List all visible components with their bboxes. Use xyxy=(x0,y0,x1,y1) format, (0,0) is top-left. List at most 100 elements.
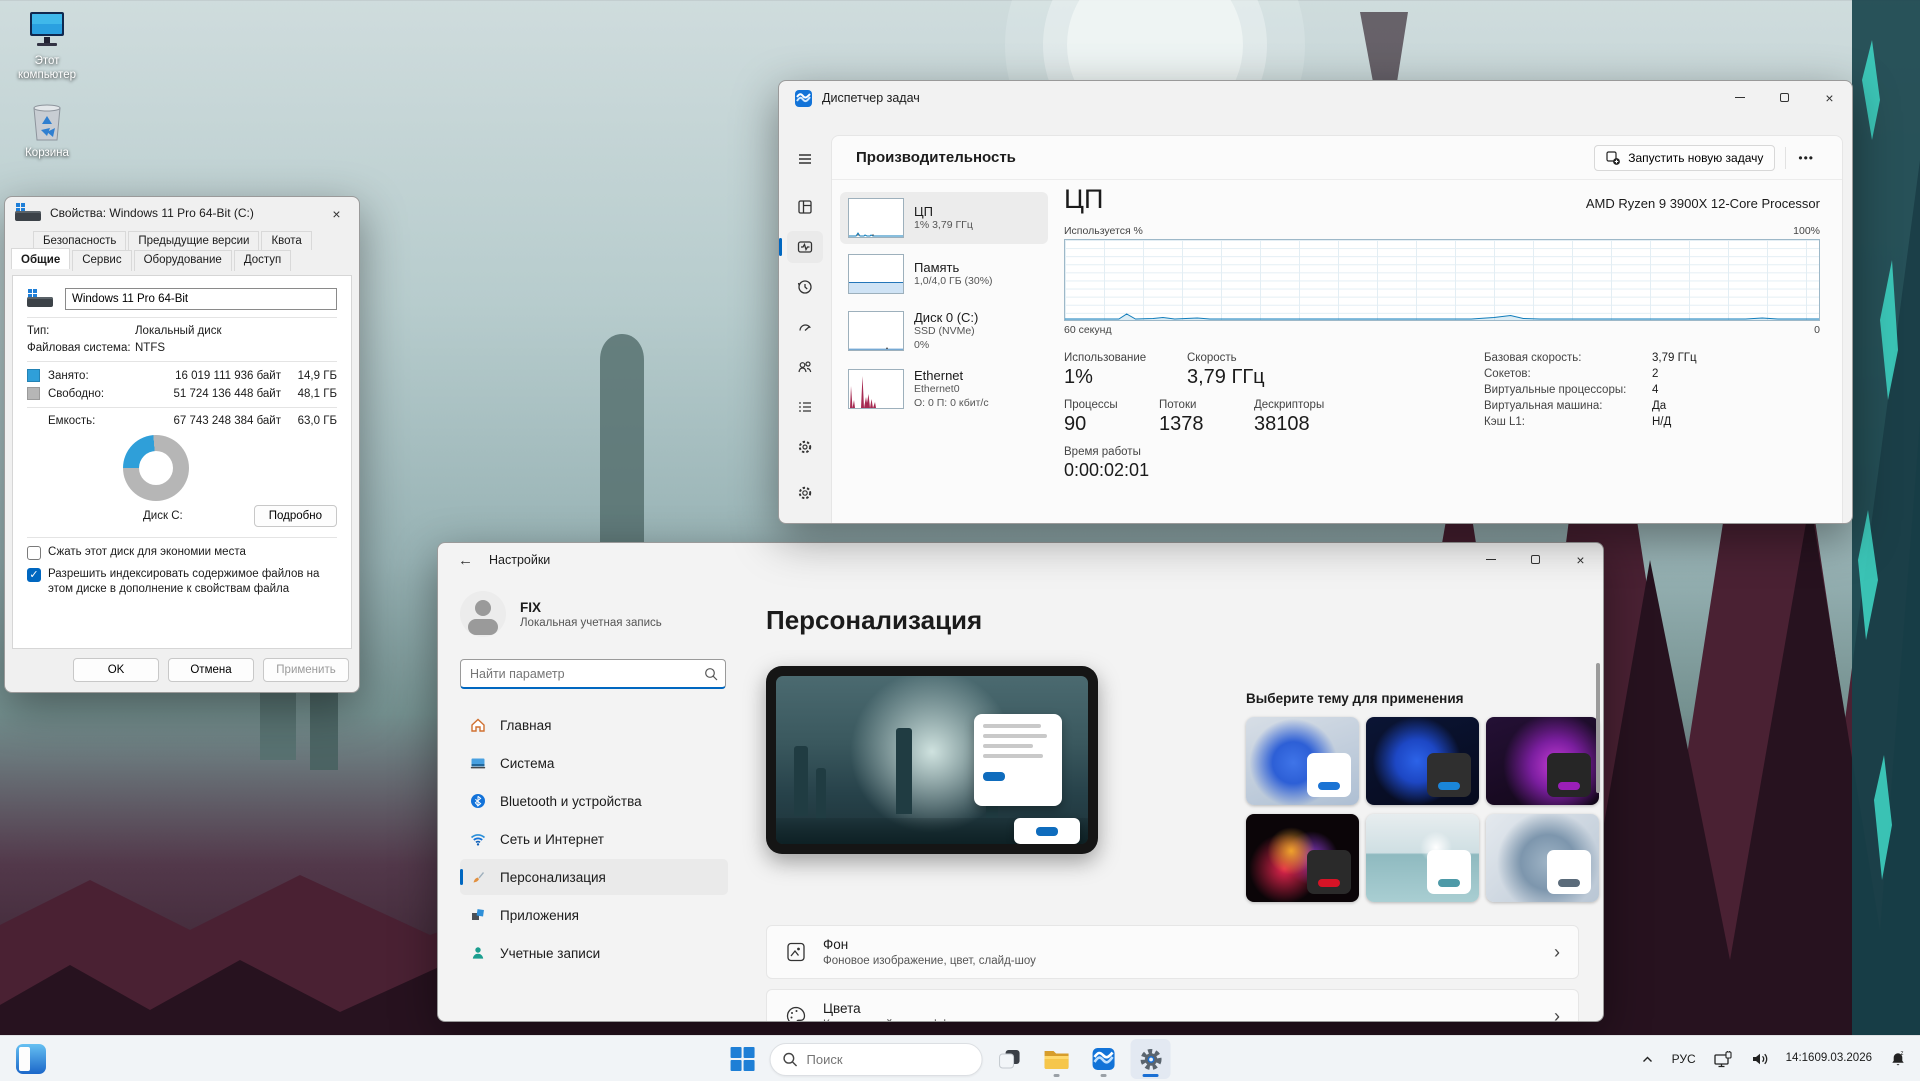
scrollbar-thumb[interactable] xyxy=(1596,663,1600,793)
services-icon[interactable] xyxy=(787,431,823,463)
account-card[interactable]: FIX Локальная учетная запись xyxy=(460,591,728,637)
colors-settings-row[interactable]: Цвета Контрастный цвет, эффекты прозрачн… xyxy=(766,989,1579,1022)
file-explorer-button[interactable] xyxy=(1037,1039,1077,1079)
taskbar-search[interactable] xyxy=(770,1043,983,1076)
checkbox-checked[interactable]: ✓ xyxy=(27,568,41,582)
item-title: Ethernet xyxy=(914,368,989,383)
minimize-icon xyxy=(1486,559,1496,560)
minimize-button[interactable] xyxy=(1717,81,1762,114)
task-manager-titlebar[interactable]: Диспетчер задач × xyxy=(779,81,1852,115)
close-button[interactable]: × xyxy=(314,197,359,230)
task-view-button[interactable] xyxy=(990,1039,1030,1079)
clock[interactable]: 14:16 09.03.2026 xyxy=(1780,1041,1878,1077)
volume-tray[interactable] xyxy=(1744,1041,1776,1077)
task-manager-button[interactable] xyxy=(1084,1039,1124,1079)
handles-label: Дескрипторы xyxy=(1254,399,1324,411)
nav-label: Персонализация xyxy=(500,870,606,885)
theme-tile-purple-glow[interactable] xyxy=(1486,717,1599,805)
desktop-icon-this-pc[interactable]: Этот компьютер xyxy=(8,10,86,83)
general-tab-page: Тип:Локальный диск Файловая система:NTFS… xyxy=(12,275,352,649)
theme-tile-windows-dark[interactable] xyxy=(1366,717,1479,805)
close-button[interactable]: × xyxy=(1807,81,1852,114)
desktop-icon-recycle-bin[interactable]: Корзина xyxy=(8,100,86,160)
users-icon[interactable] xyxy=(787,351,823,383)
details-button[interactable]: Подробно xyxy=(254,505,337,527)
performance-icon[interactable] xyxy=(787,231,823,263)
run-new-task-button[interactable]: Запустить новую задачу xyxy=(1594,145,1775,171)
theme-tile-glow-fabric[interactable] xyxy=(1486,814,1599,902)
dialog-title: Свойства: Windows 11 Pro 64-Bit (C:) xyxy=(50,206,254,220)
task-view-icon xyxy=(998,1047,1022,1071)
info-value: Н/Д xyxy=(1652,416,1671,428)
minimize-button[interactable] xyxy=(1468,543,1513,576)
chevron-right-icon: › xyxy=(1554,1006,1560,1023)
tray-chevron-up[interactable] xyxy=(1634,1041,1661,1077)
row-subtitle: Фоновое изображение, цвет, слайд-шоу xyxy=(823,955,1036,967)
tab-hardware[interactable]: Оборудование xyxy=(134,250,232,271)
nav-item-accounts[interactable]: Учетные записи xyxy=(460,935,728,971)
startup-apps-icon[interactable] xyxy=(787,311,823,343)
close-icon: × xyxy=(1825,90,1833,106)
back-icon[interactable]: ← xyxy=(458,552,473,569)
compress-checkbox-row[interactable]: Сжать этот диск для экономии места xyxy=(27,545,337,560)
task-manager-window: Диспетчер задач × xyxy=(778,80,1853,524)
settings-icon[interactable] xyxy=(787,477,823,509)
chart-ylabel: Используется % xyxy=(1064,225,1143,237)
run-new-task-label: Запустить новую задачу xyxy=(1628,151,1763,165)
nav-item-network-internet[interactable]: Сеть и Интернет xyxy=(460,821,728,857)
checkbox-unchecked[interactable] xyxy=(27,546,41,560)
list-item-disk[interactable]: Диск 0 (C:) SSD (NVMe) 0% xyxy=(840,304,1048,358)
settings-button[interactable] xyxy=(1131,1039,1171,1079)
cancel-button[interactable]: Отмена xyxy=(168,658,254,682)
capacity-label: Емкость: xyxy=(48,415,135,427)
notification-center[interactable]: z xyxy=(1882,1041,1914,1077)
info-label: Сокетов: xyxy=(1484,368,1652,380)
colors-icon xyxy=(785,1005,807,1022)
theme-tile-flower-dark[interactable] xyxy=(1246,814,1359,902)
theme-tile-captured-motion[interactable] xyxy=(1366,814,1479,902)
language-indicator[interactable]: РУС xyxy=(1665,1041,1703,1077)
maximize-button[interactable] xyxy=(1513,543,1558,576)
menu-icon[interactable] xyxy=(787,143,823,175)
nav-item-apps[interactable]: Приложения xyxy=(460,897,728,933)
close-button[interactable]: × xyxy=(1558,543,1603,576)
item-sub: SSD (NVMe) xyxy=(914,325,978,339)
volume-label-input[interactable] xyxy=(65,288,337,310)
list-item-ethernet[interactable]: Ethernet Ethernet0 О: 0 П: 0 кбит/с xyxy=(840,362,1048,416)
tab-tools[interactable]: Сервис xyxy=(72,250,131,271)
index-checkbox-row[interactable]: ✓ Разрешить индексировать содержимое фай… xyxy=(27,567,337,597)
nav-item-bluetooth-devices[interactable]: Bluetooth и устройства xyxy=(460,783,728,819)
background-settings-row[interactable]: Фон Фоновое изображение, цвет, слайд-шоу… xyxy=(766,925,1579,979)
list-item-cpu[interactable]: ЦП 1% 3,79 ГГц xyxy=(840,192,1048,244)
task-manager-app-icon xyxy=(795,90,812,107)
widgets-button[interactable] xyxy=(16,1044,46,1074)
apply-button[interactable]: Применить xyxy=(263,658,349,682)
maximize-button[interactable] xyxy=(1762,81,1807,114)
tab-quota[interactable]: Квота xyxy=(261,231,311,250)
ok-button[interactable]: OK xyxy=(73,658,159,682)
tab-previous-versions[interactable]: Предыдущие версии xyxy=(128,231,259,250)
tab-general[interactable]: Общие xyxy=(11,248,70,269)
processes-icon[interactable] xyxy=(787,191,823,223)
settings-titlebar[interactable]: ← Настройки × xyxy=(438,543,1603,577)
settings-search-input[interactable] xyxy=(460,659,726,689)
search-icon xyxy=(783,1052,798,1067)
nav-item-personalization[interactable]: Персонализация xyxy=(460,859,728,895)
cpu-mini-chart xyxy=(848,198,904,238)
details-icon[interactable] xyxy=(787,391,823,423)
theme-tile-windows-light[interactable] xyxy=(1246,717,1359,805)
network-tray[interactable] xyxy=(1707,1041,1740,1077)
chevron-right-icon: › xyxy=(1554,942,1560,963)
close-icon: × xyxy=(1576,552,1584,568)
threads-label: Потоки xyxy=(1159,399,1226,411)
tab-sharing[interactable]: Доступ xyxy=(234,250,291,271)
start-button[interactable] xyxy=(723,1039,763,1079)
list-item-memory[interactable]: Память 1,0/4,0 ГБ (30%) xyxy=(840,248,1048,300)
taskbar-search-input[interactable] xyxy=(807,1052,957,1067)
nav-item-system[interactable]: Система xyxy=(460,745,728,781)
app-history-icon[interactable] xyxy=(787,271,823,303)
nav-item-home[interactable]: Главная xyxy=(460,707,728,743)
more-options-icon[interactable]: ••• xyxy=(1785,147,1826,169)
info-value: Да xyxy=(1652,400,1666,412)
dialog-titlebar[interactable]: Свойства: Windows 11 Pro 64-Bit (C:) × xyxy=(5,197,359,229)
